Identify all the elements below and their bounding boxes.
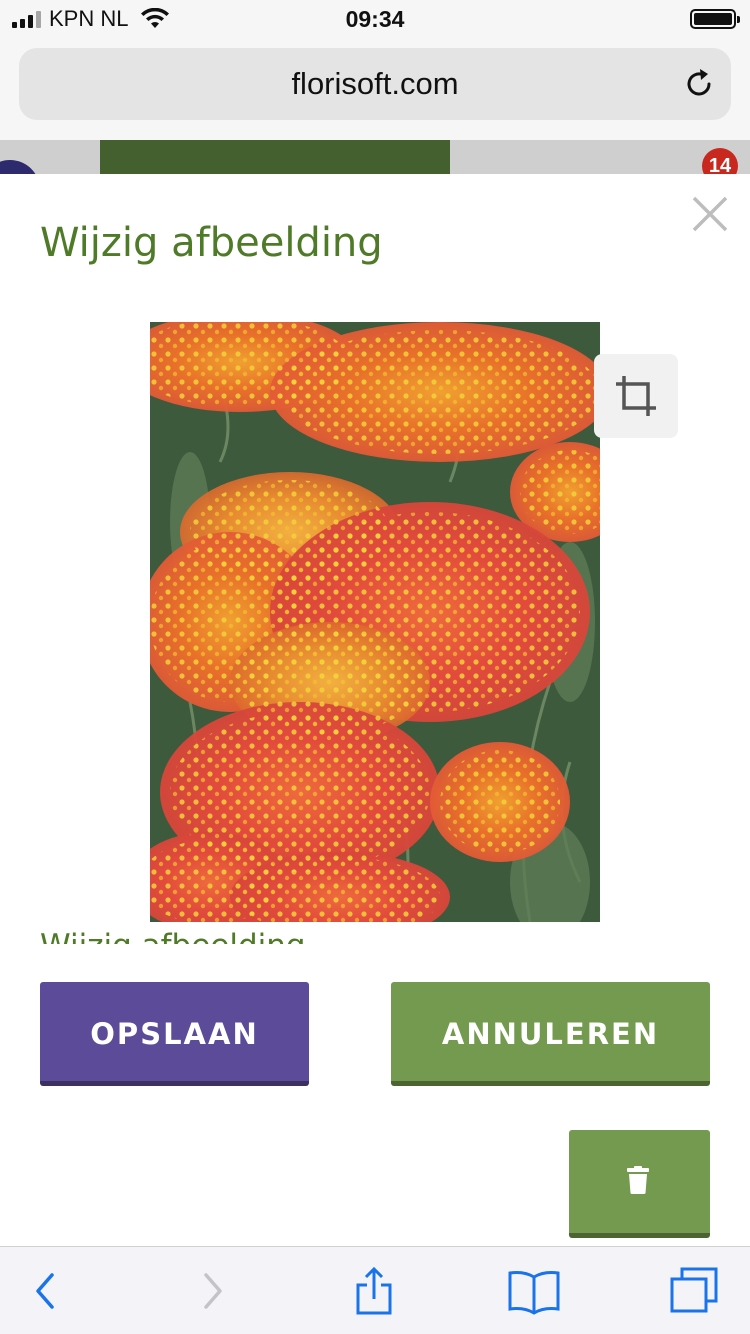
edit-image-modal: Wijzig afbeelding OPSLAAN ANNULEREN — [0, 174, 750, 1246]
battery-icon — [690, 9, 740, 29]
tabs-icon[interactable] — [668, 1267, 720, 1315]
book-icon[interactable] — [508, 1267, 560, 1315]
trash-icon — [627, 1166, 649, 1194]
section-heading-clipped: Wijzig afbeelding — [40, 922, 306, 944]
crop-button[interactable] — [594, 354, 678, 438]
save-button[interactable]: OPSLAAN — [40, 982, 309, 1086]
flower-photo — [150, 322, 600, 922]
site-logo — [0, 160, 40, 174]
chevron-left-icon[interactable] — [22, 1267, 74, 1315]
address-bar[interactable]: florisoft.com — [19, 48, 731, 120]
close-icon[interactable] — [690, 194, 730, 234]
cancel-button[interactable]: ANNULEREN — [391, 982, 710, 1086]
chevron-right-icon[interactable] — [186, 1267, 238, 1315]
url-text[interactable]: florisoft.com — [19, 66, 731, 102]
browser-header: florisoft.com — [0, 40, 750, 140]
status-bar: KPN NL 09:34 — [0, 0, 750, 40]
delete-button[interactable] — [569, 1130, 710, 1238]
modal-title: Wijzig afbeelding — [40, 220, 383, 266]
background-page: 14 — [0, 140, 750, 174]
browser-toolbar — [0, 1246, 750, 1334]
flower-image — [150, 322, 600, 922]
clock: 09:34 — [345, 6, 405, 32]
notification-badge[interactable]: 14 — [702, 148, 738, 174]
crop-icon — [616, 376, 656, 416]
share-icon[interactable] — [348, 1267, 400, 1315]
header-banner — [100, 140, 450, 174]
reload-icon[interactable] — [681, 66, 717, 102]
